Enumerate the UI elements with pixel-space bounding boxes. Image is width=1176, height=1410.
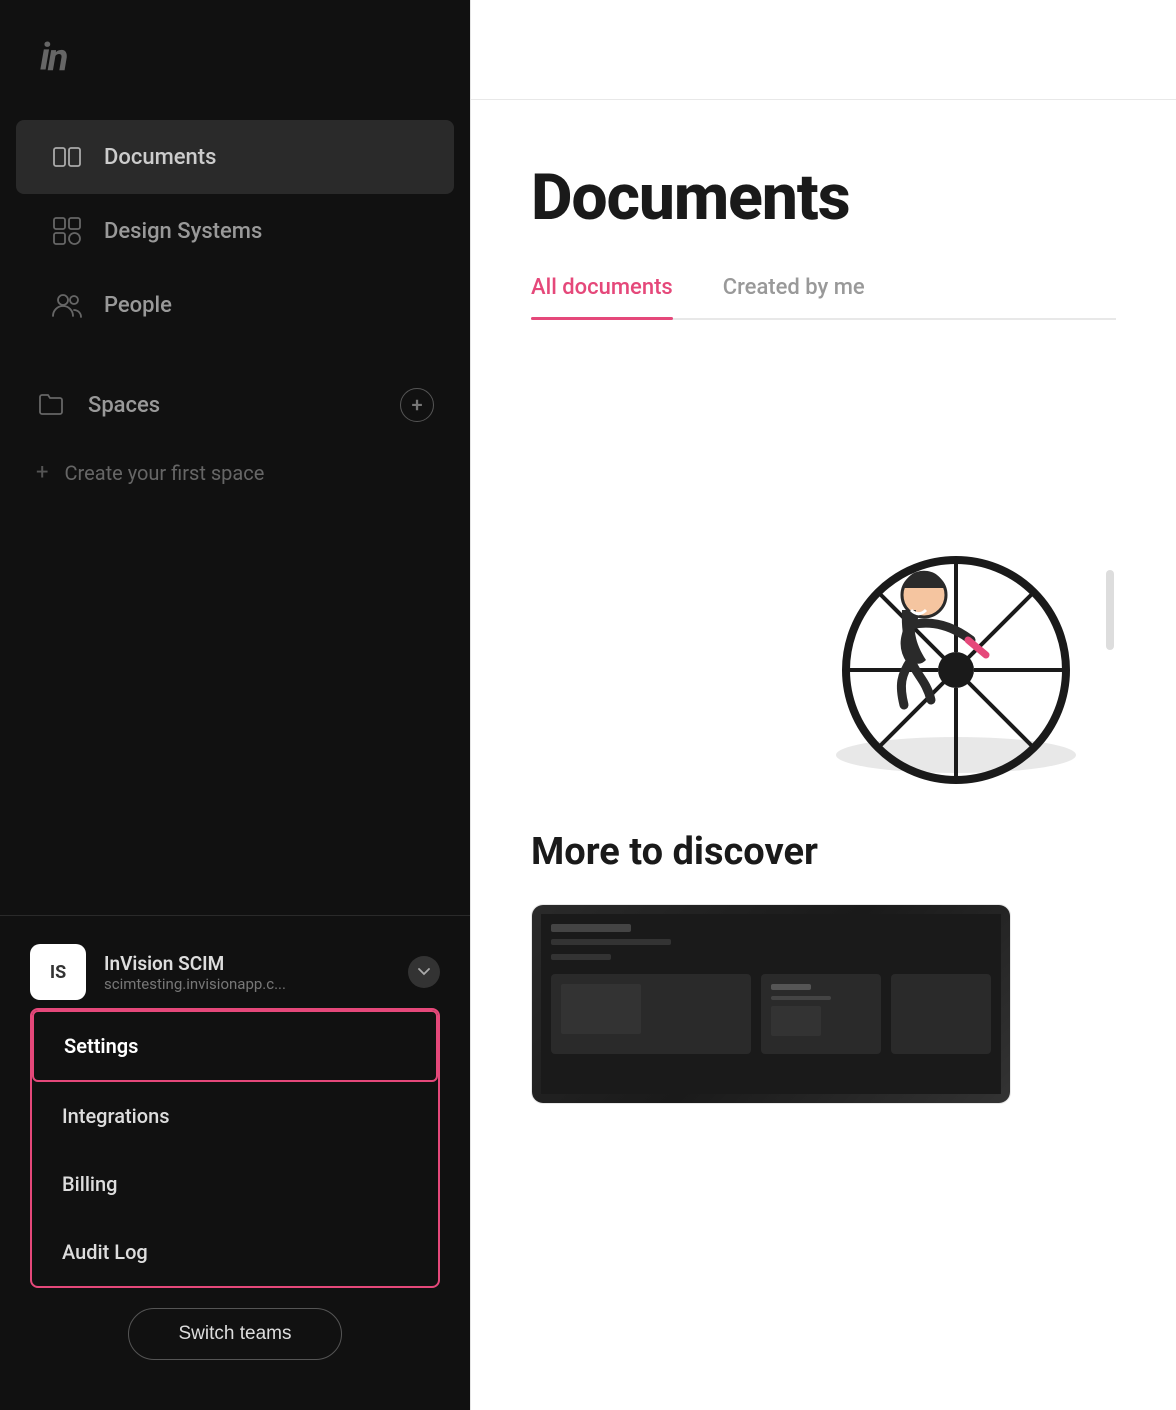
spaces-add-button[interactable]: + xyxy=(400,388,434,422)
spaces-section: Spaces + + Create your first space xyxy=(0,366,470,501)
tab-all-documents[interactable]: All documents xyxy=(531,275,673,318)
app-logo: in xyxy=(0,0,470,110)
spaces-label: Spaces xyxy=(88,393,160,418)
main-body: Documents All documents Created by me xyxy=(471,100,1176,1410)
team-url: scimtesting.invisionapp.c... xyxy=(104,975,390,993)
settings-menu-item[interactable]: Settings xyxy=(32,1010,438,1082)
spaces-icon xyxy=(36,390,66,420)
sidebar-item-documents[interactable]: Documents xyxy=(16,120,454,194)
team-info[interactable]: IS InVision SCIM scimtesting.invisionapp… xyxy=(30,936,440,1008)
documents-icon xyxy=(52,142,82,172)
documents-label: Documents xyxy=(104,145,216,170)
spaces-header: Spaces + xyxy=(16,366,454,444)
main-content: Documents All documents Created by me xyxy=(470,0,1176,1410)
switch-teams-button[interactable]: Switch teams xyxy=(128,1308,343,1360)
audit-log-menu-item[interactable]: Audit Log xyxy=(32,1218,438,1286)
logo-text: in xyxy=(40,36,66,80)
people-label: People xyxy=(104,293,172,318)
card-image xyxy=(532,905,1010,1103)
page-title: Documents xyxy=(531,160,1116,235)
design-systems-label: Design Systems xyxy=(104,219,262,244)
main-header xyxy=(471,0,1176,100)
sidebar-nav: Documents Design Systems xyxy=(0,110,470,915)
team-name: InVision SCIM xyxy=(104,952,390,975)
discover-card[interactable] xyxy=(531,904,1011,1104)
integrations-menu-item[interactable]: Integrations xyxy=(32,1082,438,1150)
people-icon xyxy=(52,290,82,320)
dropdown-menu: Settings Integrations Billing Audit Log xyxy=(30,1008,440,1288)
design-systems-icon xyxy=(52,216,82,246)
team-section: IS InVision SCIM scimtesting.invisionapp… xyxy=(0,915,470,1410)
tab-created-by-me[interactable]: Created by me xyxy=(723,275,865,318)
discover-title: More to discover xyxy=(531,830,1116,874)
create-space-label: Create your first space xyxy=(64,461,264,485)
create-space-button[interactable]: + Create your first space xyxy=(16,444,454,501)
chevron-down-icon[interactable] xyxy=(408,956,440,988)
team-avatar: IS xyxy=(30,944,86,1000)
illustration-area xyxy=(531,370,1116,790)
sidebar-item-design-systems[interactable]: Design Systems xyxy=(16,194,454,268)
discover-section: More to discover xyxy=(531,790,1116,1104)
billing-menu-item[interactable]: Billing xyxy=(32,1150,438,1218)
sidebar: in Documents Design Systems xyxy=(0,0,470,1410)
sidebar-item-people[interactable]: People xyxy=(16,268,454,342)
illustration-svg xyxy=(716,370,1116,790)
switch-teams-container: Switch teams xyxy=(30,1288,440,1390)
team-details: InVision SCIM scimtesting.invisionapp.c.… xyxy=(104,952,390,993)
tabs-container: All documents Created by me xyxy=(531,275,1116,320)
create-space-plus-icon: + xyxy=(36,460,48,485)
